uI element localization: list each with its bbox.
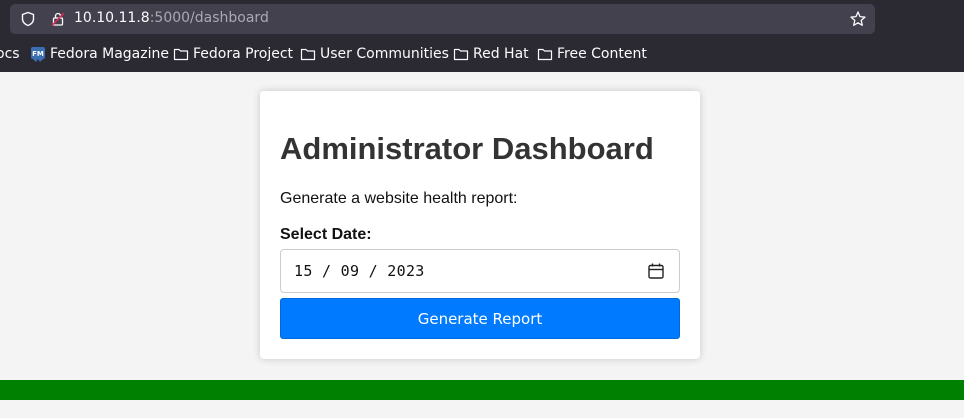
report-description: Generate a website health report: <box>280 190 518 207</box>
page-title: Administrator Dashboard <box>280 131 654 166</box>
bookmark-label: ocs <box>0 46 20 62</box>
folder-icon <box>537 48 553 61</box>
date-input[interactable]: 15 / 09 / 2023 <box>280 249 680 293</box>
bookmark-label: Fedora Magazine <box>50 46 169 62</box>
url-bar[interactable]: 10.10.11.8:5000/dashboard <box>10 4 875 34</box>
url-text[interactable]: 10.10.11.8:5000/dashboard <box>74 10 269 26</box>
bookmark-item-fedora-project[interactable]: Fedora Project <box>173 46 293 62</box>
bookmark-item-fedora-magazine[interactable]: FM Fedora Magazine <box>30 46 169 62</box>
dashboard-card: Administrator Dashboard Generate a websi… <box>260 91 700 359</box>
folder-icon <box>453 48 469 61</box>
bookmark-label: Fedora Project <box>193 46 294 62</box>
folder-icon <box>173 48 189 61</box>
folder-icon <box>300 48 316 61</box>
bookmark-label: User Communities <box>320 46 449 62</box>
url-host: 10.10.11.8 <box>74 10 150 26</box>
bookmarks-toolbar: ocs FM Fedora Magazine Fedora Project Us… <box>0 40 964 70</box>
browser-chrome: 10.10.11.8:5000/dashboard ocs FM Fedora … <box>0 0 964 72</box>
bookmark-item-ocs[interactable]: ocs <box>0 46 20 62</box>
bookmark-item-free-content[interactable]: Free Content <box>537 46 647 62</box>
footer-bar <box>0 380 964 400</box>
url-path: :5000/dashboard <box>149 10 269 26</box>
lock-insecure-icon[interactable] <box>50 11 66 27</box>
bookmark-item-user-communities[interactable]: User Communities <box>300 46 449 62</box>
calendar-icon[interactable] <box>647 262 665 280</box>
generate-report-button[interactable]: Generate Report <box>280 298 680 339</box>
bookmark-label: Free Content <box>557 46 647 62</box>
date-value[interactable]: 15 / 09 / 2023 <box>294 262 425 280</box>
bookmark-star-icon[interactable] <box>849 10 867 28</box>
svg-text:FM: FM <box>32 50 44 58</box>
bookmark-label: Red Hat <box>473 46 529 62</box>
date-label: Select Date: <box>280 226 372 243</box>
shield-icon[interactable] <box>20 11 36 27</box>
fedora-magazine-icon: FM <box>31 47 45 62</box>
bookmark-item-red-hat[interactable]: Red Hat <box>453 46 529 62</box>
